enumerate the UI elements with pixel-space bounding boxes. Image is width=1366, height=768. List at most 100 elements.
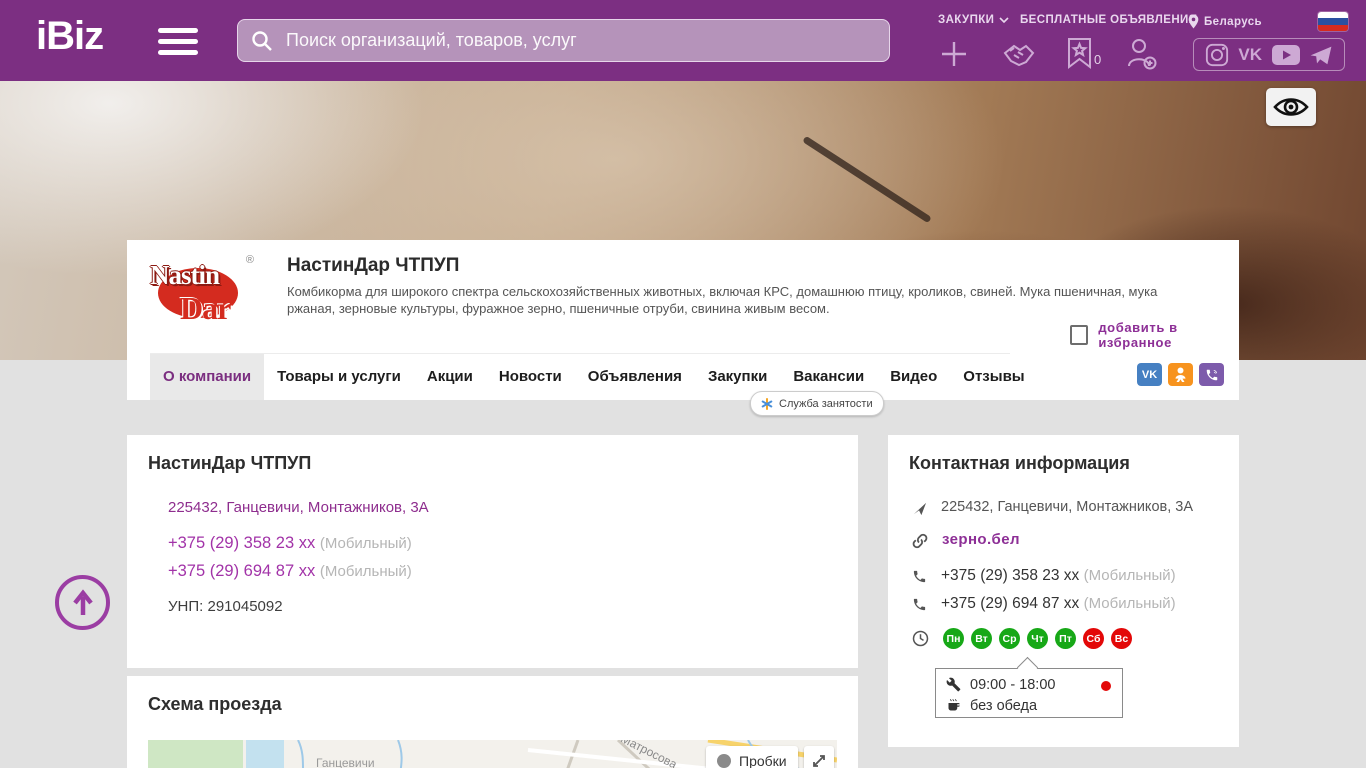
logo-text-bottom: Dar <box>180 290 231 326</box>
about-phone-1[interactable]: +375 (29) 358 23 xx (Мобильный) <box>168 534 412 553</box>
contact-title: Контактная информация <box>909 453 1130 473</box>
search-bar <box>237 19 890 62</box>
contact-phone-row-1: +375 (29) 358 23 xx (Мобильный) <box>912 567 1176 585</box>
contact-website-row: зерно.бел <box>912 531 1020 549</box>
day-wed[interactable]: Ср <box>999 628 1020 649</box>
add-to-favorites[interactable]: добавить в избранное <box>1070 320 1239 350</box>
company-card: Nastin Dar ® НастинДар ЧТПУП Комбикорма … <box>127 240 1239 400</box>
youtube-icon[interactable] <box>1271 44 1300 65</box>
company-social-buttons: VK <box>1137 363 1224 386</box>
company-description: Комбикорма для широкого спектра сельскох… <box>287 284 1158 316</box>
about-phone-2[interactable]: +375 (29) 694 87 xx (Мобильный) <box>168 562 412 581</box>
instagram-icon[interactable] <box>1205 43 1229 67</box>
company-tabs: О компании Товары и услуги Акции Новости… <box>150 353 1025 400</box>
tab-video[interactable]: Видео <box>877 354 950 400</box>
plus-icon <box>942 42 966 66</box>
working-days-row: Пн Вт Ср Чт Пт Сб Вс <box>912 628 1132 649</box>
phone-icon <box>913 598 926 611</box>
contact-phone-2[interactable]: +375 (29) 694 87 xx (Мобильный) <box>941 595 1176 613</box>
tab-about[interactable]: О компании <box>150 354 265 400</box>
nav-zakupki[interactable]: ЗАКУПКИ <box>938 14 1009 26</box>
day-sat[interactable]: Сб <box>1083 628 1104 649</box>
nav-country[interactable]: Беларусь <box>1188 14 1262 29</box>
scroll-to-top-button[interactable] <box>55 575 110 630</box>
tab-reviews[interactable]: Отзывы <box>950 354 1037 400</box>
coffee-cup-icon <box>948 699 960 711</box>
bookmark-star-icon <box>1068 38 1091 70</box>
contact-address-row: 225432, Ганцевичи, Монтажников, 3А <box>912 499 1193 516</box>
working-hours-tooltip: 09:00 - 18:00 без обеда <box>935 656 1123 718</box>
favorites-button[interactable] <box>1066 37 1093 70</box>
lunch-status: без обеда <box>970 697 1038 714</box>
tab-promos[interactable]: Акции <box>414 354 486 400</box>
traffic-light-icon <box>717 754 731 768</box>
nav-arrow-icon <box>913 502 927 516</box>
page: iBiz ЗАКУПКИ БЕСПЛАТНЫЕ ОБЪЯВЛЕНИЯ Белар… <box>0 0 1366 768</box>
accessibility-eye-button[interactable] <box>1266 88 1316 126</box>
about-title: НастинДар ЧТПУП <box>148 453 312 473</box>
favorites-count: 0 <box>1094 52 1102 67</box>
logo-text-top: Nastin <box>150 260 220 290</box>
company-name: НастинДар ЧТПУП <box>287 255 460 276</box>
tab-ads[interactable]: Объявления <box>575 354 695 400</box>
registered-mark: ® <box>245 254 254 266</box>
search-input[interactable] <box>284 29 877 52</box>
expand-icon <box>813 755 825 767</box>
arrow-up-icon <box>72 588 93 615</box>
day-fri[interactable]: Пт <box>1055 628 1076 649</box>
employment-service-label: Служба занятости <box>779 397 873 410</box>
map-expand-button[interactable] <box>804 746 834 768</box>
employment-service-tooltip[interactable]: Служба занятости <box>750 391 884 416</box>
person-add-icon <box>1128 39 1157 70</box>
nav-free-ads[interactable]: БЕСПЛАТНЫЕ ОБЪЯВЛЕНИЯ <box>1020 14 1197 26</box>
favorite-label: добавить в избранное <box>1098 320 1178 350</box>
site-logo[interactable]: iBiz <box>36 14 104 59</box>
search-icon <box>252 30 272 51</box>
about-address-link[interactable]: 225432, Ганцевичи, Монтажников, 3А <box>168 499 429 516</box>
telegram-icon[interactable] <box>1309 44 1333 66</box>
company-unp: УНП: 291045092 <box>168 598 283 615</box>
odnoklassniki-icon[interactable] <box>1168 363 1193 386</box>
website-link[interactable]: зерно.бел <box>942 531 1020 548</box>
tab-news[interactable]: Новости <box>486 354 575 400</box>
tab-products[interactable]: Товары и услуги <box>264 354 414 400</box>
traffic-button[interactable]: Пробки <box>706 746 798 768</box>
menu-icon[interactable] <box>158 28 198 61</box>
map-title: Схема проезда <box>148 694 282 714</box>
vk-share-icon[interactable]: VK <box>1137 363 1162 386</box>
link-icon <box>912 533 928 549</box>
map-canvas[interactable]: Ганцевичи ул. Матросова Пробки <box>148 740 837 768</box>
status-dot <box>1101 681 1111 691</box>
signup-button[interactable] <box>1125 37 1157 71</box>
working-days: Пн Вт Ср Чт Пт Сб Вс <box>943 628 1132 649</box>
day-tue[interactable]: Вт <box>971 628 992 649</box>
contact-address[interactable]: 225432, Ганцевичи, Монтажников, 3А <box>941 499 1193 515</box>
vk-icon[interactable]: VK <box>1238 45 1262 65</box>
traffic-label: Пробки <box>739 753 787 768</box>
day-mon[interactable]: Пн <box>943 628 964 649</box>
location-pin-icon <box>1188 14 1199 29</box>
contact-card: Контактная информация 225432, Ганцевичи,… <box>888 435 1239 747</box>
map-card: Схема проезда Ганцевичи ул. Матросова Пр… <box>127 676 858 768</box>
day-sun[interactable]: Вс <box>1111 628 1132 649</box>
viber-icon[interactable] <box>1199 363 1224 386</box>
about-card: НастинДар ЧТПУП 225432, Ганцевичи, Монта… <box>127 435 858 668</box>
pen-in-photo <box>802 135 933 224</box>
day-thu[interactable]: Чт <box>1027 628 1048 649</box>
employment-service-icon <box>761 397 773 410</box>
company-logo[interactable]: Nastin Dar ® <box>150 254 254 342</box>
eye-icon <box>1273 98 1309 116</box>
phone-icon <box>913 570 926 583</box>
working-hours: 09:00 - 18:00 <box>970 676 1056 693</box>
partners-button[interactable] <box>1000 40 1038 70</box>
clock-icon <box>912 630 929 647</box>
contact-phone-1[interactable]: +375 (29) 358 23 xx (Мобильный) <box>941 567 1176 585</box>
map-city-label: Ганцевичи <box>316 756 375 768</box>
header-social-links: VK <box>1193 38 1345 71</box>
site-header: iBiz ЗАКУПКИ БЕСПЛАТНЫЕ ОБЪЯВЛЕНИЯ Белар… <box>0 0 1366 81</box>
language-flag-russia[interactable] <box>1318 12 1348 31</box>
tools-icon <box>946 677 961 692</box>
chevron-down-icon <box>999 16 1009 23</box>
favorite-checkbox[interactable] <box>1070 325 1089 345</box>
add-listing-button[interactable] <box>938 38 970 70</box>
